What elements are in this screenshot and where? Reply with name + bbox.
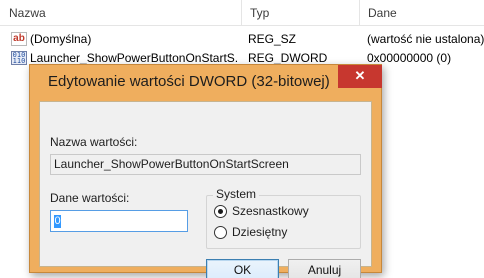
column-header-data[interactable]: Dane [359,0,484,26]
radio-selected-dot [218,209,223,214]
column-header-type[interactable]: Typ [241,0,359,26]
binary-value-icon: 010 110 [11,51,27,65]
value-name-label: Nazwa wartości: [50,135,138,149]
row-data: 0x00000000 (0) [367,51,452,65]
value-data-input[interactable]: 0 [50,210,188,232]
row-name: (Domyślna) [30,32,92,46]
close-icon: ✕ [354,68,366,83]
dialog-title[interactable]: Edytowanie wartości DWORD (32-bitowej) [48,73,330,90]
radio-hexadecimal[interactable] [214,205,227,218]
value-name-field[interactable]: Launcher_ShowPowerButtonOnStartScreen [50,154,361,175]
row-type: REG_SZ [248,32,297,46]
selected-text: 0 [54,215,61,229]
value-data-label: Dane wartości: [50,191,130,205]
ok-button[interactable]: OK [206,259,279,278]
list-header: Nazwa Typ Dane [0,0,484,26]
cancel-button[interactable]: Anuluj [288,259,361,278]
radio-decimal-label[interactable]: Dziesiętny [232,225,287,239]
string-value-icon: ab [11,32,27,46]
close-button[interactable]: ✕ [338,65,382,88]
dialog-body: Nazwa wartości: Launcher_ShowPowerButton… [39,101,372,278]
table-row[interactable]: ab (Domyślna) REG_SZ (wartość nie ustalo… [0,30,484,49]
radio-hexadecimal-label[interactable]: Szesnastkowy [232,204,309,218]
radio-decimal[interactable] [214,226,227,239]
base-group-label: System [213,187,260,201]
row-data: (wartość nie ustalona) [367,32,484,46]
edit-dword-dialog: Edytowanie wartości DWORD (32-bitowej) ✕… [29,64,382,278]
column-header-name[interactable]: Nazwa [0,0,241,26]
